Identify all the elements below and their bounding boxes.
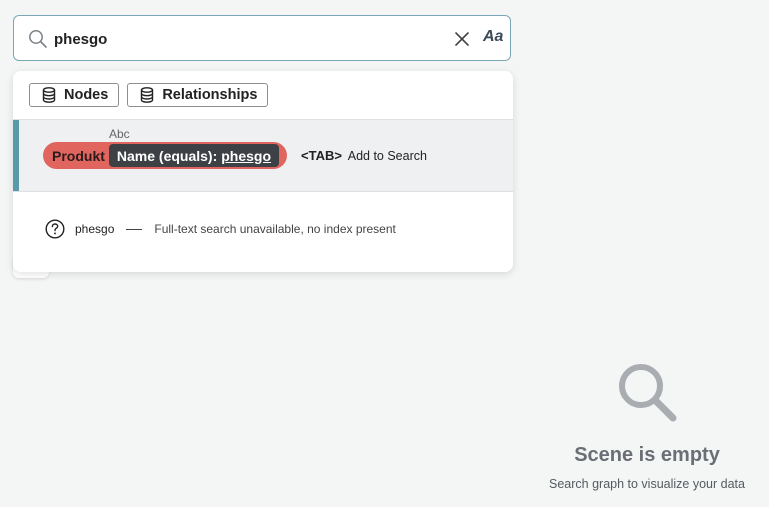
search-bar: Aa: [13, 15, 511, 61]
search-icon: [619, 364, 677, 422]
relationships-filter-label: Relationships: [162, 87, 258, 103]
empty-scene-state: Scene is empty Search graph to visualize…: [530, 360, 764, 491]
search-icon: [29, 30, 47, 48]
property-condition: Name (equals):: [116, 147, 218, 164]
database-icon: [42, 87, 56, 103]
nodes-filter-label: Nodes: [64, 87, 109, 103]
fulltext-search-item[interactable]: phesgo Full-text search unavailable, no …: [45, 219, 396, 239]
relationships-filter-button[interactable]: Relationships: [127, 83, 269, 107]
selection-accent-bar: [13, 120, 19, 191]
separator-dash: [126, 228, 143, 230]
fulltext-message: Full-text search unavailable, no index p…: [154, 222, 396, 236]
suggestion-item[interactable]: Abc Produkt Name (equals): phesgo <TAB> …: [13, 119, 513, 192]
empty-state-title: Scene is empty: [574, 444, 720, 466]
property-chip[interactable]: Name (equals): phesgo: [108, 144, 280, 167]
node-label-pill[interactable]: Produkt Name (equals): phesgo: [43, 142, 288, 169]
help-circle-icon: [45, 219, 65, 239]
tab-action: Add to Search: [347, 149, 427, 163]
database-icon: [141, 87, 154, 103]
close-icon[interactable]: [454, 31, 470, 47]
nodes-filter-button[interactable]: Nodes: [29, 83, 120, 107]
tab-key: <TAB>: [301, 148, 342, 163]
search-suggestions-dropdown: Nodes Relationships Abc Produkt Name (eq…: [13, 71, 513, 272]
case-sensitive-toggle[interactable]: Aa: [483, 28, 503, 46]
node-label-text: Produkt: [52, 147, 105, 164]
empty-state-subtitle: Search graph to visualize your data: [549, 477, 745, 491]
filter-row: Nodes Relationships: [29, 83, 269, 107]
fulltext-term: phesgo: [75, 222, 115, 236]
property-value: phesgo: [221, 147, 272, 164]
tab-hint: <TAB> Add to Search: [301, 148, 427, 163]
search-input[interactable]: [54, 26, 434, 52]
property-type-hint: Abc: [109, 127, 130, 141]
